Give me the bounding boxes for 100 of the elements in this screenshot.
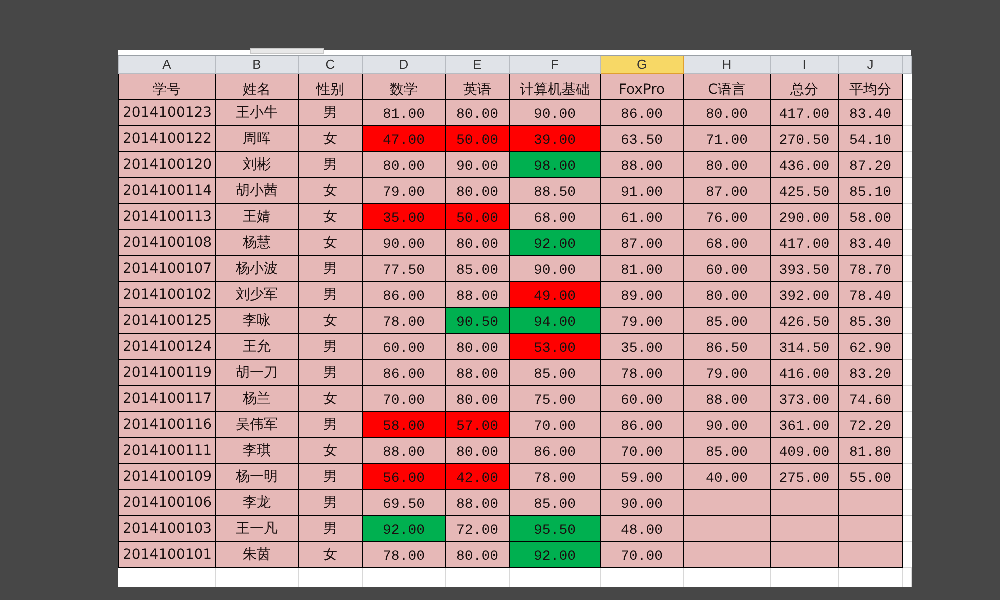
table-cell: 361.00 (770, 412, 838, 438)
table-cell: 胡一刀 (216, 360, 298, 386)
table-cell: 78.00 (362, 308, 446, 334)
table-cell: 392.00 (770, 282, 838, 308)
table-cell: 女 (298, 230, 362, 256)
table-cell: 290.00 (770, 204, 838, 230)
table-cell: 80.00 (684, 282, 770, 308)
table-cell: 男 (298, 360, 362, 386)
table-cell: 87.00 (600, 230, 684, 256)
table-cell: 70.00 (600, 438, 684, 464)
table-cell: 81.00 (362, 100, 446, 126)
table-cell: 周晖 (216, 126, 298, 152)
table-cell: 2014100124 (118, 334, 216, 360)
table-cell: 刘彬 (216, 152, 298, 178)
table-cell: 417.00 (770, 230, 838, 256)
column-header[interactable]: A (118, 56, 216, 74)
table-cell: 58.00 (362, 412, 446, 438)
table-cell: 78.40 (838, 282, 902, 308)
table-cell: 48.00 (600, 516, 684, 542)
column-header[interactable]: B (216, 56, 298, 74)
header-cell: 平均分 (838, 74, 902, 100)
table-cell: 80.00 (446, 230, 510, 256)
table-cell: 90.00 (362, 230, 446, 256)
table-cell: 80.00 (684, 152, 770, 178)
table-cell: 58.00 (838, 204, 902, 230)
table-cell: 2014100111 (118, 438, 216, 464)
table-cell: 49.00 (510, 282, 600, 308)
table-cell: 80.00 (684, 100, 770, 126)
table-cell: 90.00 (510, 256, 600, 282)
table-cell: 吴伟军 (216, 412, 298, 438)
table-cell: 88.00 (600, 152, 684, 178)
table-cell: 47.00 (362, 126, 446, 152)
table-cell: 53.00 (510, 334, 600, 360)
table-cell: 男 (298, 100, 362, 126)
table-cell: 胡小茜 (216, 178, 298, 204)
table-cell: 女 (298, 204, 362, 230)
table-cell: 68.00 (684, 230, 770, 256)
table-cell: 男 (298, 282, 362, 308)
table-cell: 314.50 (770, 334, 838, 360)
table-cell: 59.00 (600, 464, 684, 490)
table-cell: 78.00 (600, 360, 684, 386)
table-cell: 2014100120 (118, 152, 216, 178)
table-cell: 女 (298, 308, 362, 334)
table-cell: 杨小波 (216, 256, 298, 282)
column-header[interactable]: G (600, 56, 684, 74)
table-cell: 85.00 (510, 490, 600, 516)
table-cell: 88.00 (446, 490, 510, 516)
table-cell: 50.00 (446, 126, 510, 152)
table-cell: 李咏 (216, 308, 298, 334)
table-cell: 85.10 (838, 178, 902, 204)
table-cell: 76.00 (684, 204, 770, 230)
table-cell: 373.00 (770, 386, 838, 412)
header-cell: 姓名 (216, 74, 298, 100)
column-header[interactable]: H (684, 56, 770, 74)
table-cell: 88.50 (510, 178, 600, 204)
header-cell: 总分 (770, 74, 838, 100)
table-cell: 男 (298, 334, 362, 360)
table-cell: 40.00 (684, 464, 770, 490)
table-cell: 70.00 (600, 542, 684, 568)
column-header[interactable]: E (446, 56, 510, 74)
table-cell: 85.00 (510, 360, 600, 386)
table-cell: 2014100108 (118, 230, 216, 256)
column-header[interactable]: D (362, 56, 446, 74)
table-cell: 39.00 (510, 126, 600, 152)
table-cell: 94.00 (510, 308, 600, 334)
column-header[interactable]: I (770, 56, 838, 74)
table-cell: 86.00 (600, 412, 684, 438)
table-cell: 86.50 (684, 334, 770, 360)
table-cell: 2014100122 (118, 126, 216, 152)
table-cell: 王一凡 (216, 516, 298, 542)
table-cell: 60.00 (600, 386, 684, 412)
table-cell: 35.00 (600, 334, 684, 360)
table-cell: 62.90 (838, 334, 902, 360)
table-cell: 436.00 (770, 152, 838, 178)
table-cell: 56.00 (362, 464, 446, 490)
table-cell: 83.40 (838, 100, 902, 126)
column-header[interactable]: C (298, 56, 362, 74)
table-cell: 2014100119 (118, 360, 216, 386)
table-cell: 88.00 (684, 386, 770, 412)
table-cell: 86.00 (510, 438, 600, 464)
table-cell: 女 (298, 386, 362, 412)
table-cell: 2014100103 (118, 516, 216, 542)
table-cell: 90.00 (446, 152, 510, 178)
column-header[interactable]: J (838, 56, 902, 74)
table-cell: 78.70 (838, 256, 902, 282)
header-cell: 数学 (362, 74, 446, 100)
table-cell: 刘少军 (216, 282, 298, 308)
table-cell: 55.00 (838, 464, 902, 490)
table-cell: 393.50 (770, 256, 838, 282)
column-header[interactable]: F (510, 56, 600, 74)
table-cell: 92.00 (510, 542, 600, 568)
header-cell: 学号 (118, 74, 216, 100)
table-cell: 2014100102 (118, 282, 216, 308)
table-cell: 女 (298, 438, 362, 464)
table-cell: 85.00 (446, 256, 510, 282)
table-cell: 85.00 (684, 308, 770, 334)
table-cell: 李龙 (216, 490, 298, 516)
table-cell: 2014100101 (118, 542, 216, 568)
table-cell: 男 (298, 152, 362, 178)
table-cell: 98.00 (510, 152, 600, 178)
